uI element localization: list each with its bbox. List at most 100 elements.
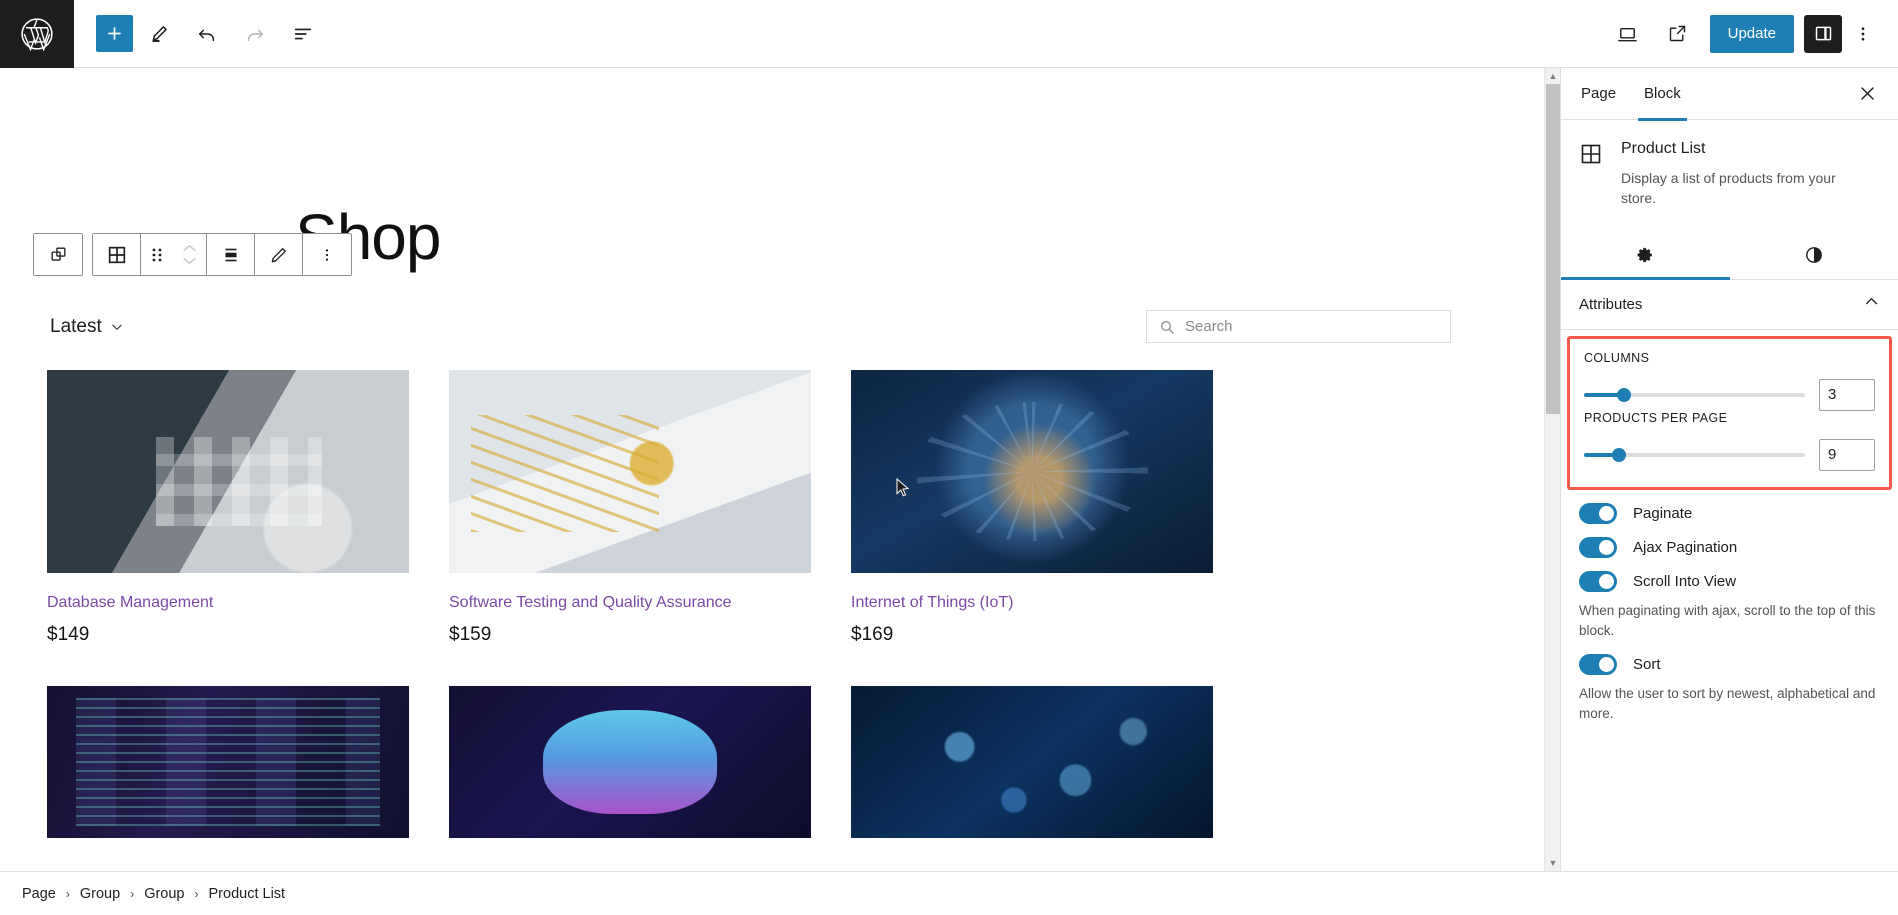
product-card[interactable] — [851, 686, 1213, 838]
product-thumbnail[interactable] — [851, 686, 1213, 838]
chevron-down-icon — [112, 324, 122, 330]
move-up-down-icon[interactable] — [173, 234, 207, 275]
scroll-into-view-toggle-row: Scroll Into View — [1561, 558, 1898, 592]
drag-dots-icon[interactable] — [141, 234, 173, 275]
block-header: Product List Display a list of products … — [1561, 120, 1898, 215]
editor-body: Shop Latest Search Database Management $… — [0, 68, 1898, 871]
product-thumbnail[interactable] — [47, 370, 409, 573]
search-input[interactable] — [1185, 318, 1438, 335]
product-price: $169 — [851, 624, 894, 645]
wordpress-block-editor: Update Shop Latest Search Database Manag… — [0, 0, 1898, 915]
sort-help: Allow the user to sort by newest, alphab… — [1579, 686, 1876, 722]
top-bar-left-tools — [74, 12, 325, 56]
block-more-options-icon[interactable] — [303, 234, 351, 275]
breadcrumb-item-product-list[interactable]: Product List — [209, 886, 286, 902]
scroll-down-arrow-icon[interactable]: ▼ — [1545, 855, 1561, 871]
products-per-page-slider[interactable] — [1584, 447, 1805, 463]
breadcrumb-item-page[interactable]: Page — [22, 886, 56, 902]
align-center-icon[interactable] — [207, 234, 255, 275]
redo-button[interactable] — [233, 12, 277, 56]
product-card[interactable] — [449, 686, 811, 838]
product-title[interactable]: Database Management — [47, 594, 409, 612]
product-title[interactable]: Software Testing and Quality Assurance — [449, 594, 811, 612]
sort-toggle-row: Sort — [1561, 641, 1898, 676]
products-per-page-label: PRODUCTS PER PAGE — [1584, 410, 1728, 425]
columns-field: COLUMNS — [1584, 351, 1875, 411]
paginate-label: Paginate — [1633, 504, 1693, 522]
attributes-panel-title: Attributes — [1579, 295, 1643, 313]
grid-block-icon — [1579, 140, 1605, 209]
scroll-into-view-help: When paginating with ajax, scroll to the… — [1579, 602, 1876, 638]
tab-page[interactable]: Page — [1567, 68, 1630, 120]
product-card[interactable]: Software Testing and Quality Assurance $… — [449, 370, 811, 646]
attributes-panel-header[interactable]: Attributes — [1561, 280, 1898, 330]
desktop-view-icon[interactable] — [1606, 12, 1650, 56]
columns-label: COLUMNS — [1584, 350, 1650, 365]
scroll-into-view-toggle[interactable] — [1579, 570, 1617, 592]
toggle-knob — [1599, 657, 1614, 673]
sort-toggle[interactable] — [1579, 654, 1617, 676]
tab-block[interactable]: Block — [1630, 68, 1695, 121]
close-sidebar-icon[interactable] — [1848, 75, 1886, 113]
block-actions-group — [92, 233, 352, 276]
add-block-button[interactable] — [96, 15, 133, 52]
document-overview-button[interactable] — [281, 12, 325, 56]
parent-block-icon[interactable] — [34, 234, 82, 275]
editor-canvas: Shop Latest Search Database Management $… — [0, 68, 1544, 871]
product-grid: Database Management $149 Software Testin… — [47, 370, 1504, 838]
chevron-up-icon[interactable] — [1863, 293, 1880, 315]
sidebar-tabs: Page Block — [1561, 68, 1898, 121]
product-card[interactable] — [47, 686, 409, 838]
product-title[interactable]: Internet of Things (IoT) — [851, 594, 1213, 612]
top-bar-right-tools: Update — [1606, 12, 1898, 56]
sort-label: Sort — [1633, 656, 1661, 674]
ajax-pagination-toggle-row: Ajax Pagination — [1561, 524, 1898, 558]
product-thumbnail[interactable] — [47, 686, 409, 838]
paginate-toggle-row: Paginate — [1561, 490, 1898, 524]
more-options-vertical-dots-icon[interactable] — [1848, 12, 1878, 56]
breadcrumb-separator-icon: › — [65, 886, 70, 901]
product-thumbnail[interactable] — [449, 370, 811, 573]
toggle-knob — [1599, 505, 1614, 521]
update-button[interactable]: Update — [1709, 14, 1794, 53]
highlighted-attributes-group: COLUMNS PRODUCTS PER PAGE — [1567, 335, 1892, 490]
sort-dropdown[interactable]: Latest — [50, 316, 124, 338]
select-parent-block-group — [33, 233, 83, 276]
edit-tool-button[interactable] — [137, 12, 181, 56]
pencil-edit-icon[interactable] — [255, 234, 303, 275]
grid-block-icon[interactable] — [93, 234, 141, 275]
product-price: $149 — [47, 624, 90, 645]
block-description: Display a list of products from your sto… — [1621, 170, 1836, 207]
sidebar-icon-tabs — [1561, 231, 1898, 280]
products-per-page-field: PRODUCTS PER PAGE — [1584, 411, 1875, 471]
settings-tab-gear-icon[interactable] — [1561, 231, 1730, 280]
block-name: Product List — [1621, 140, 1706, 157]
scrollbar-thumb[interactable] — [1546, 84, 1560, 414]
toggle-knob — [1599, 573, 1614, 589]
breadcrumb-item-group-2[interactable]: Group — [144, 886, 184, 902]
product-card[interactable]: Internet of Things (IoT) $169 — [851, 370, 1213, 646]
columns-number-input[interactable] — [1819, 378, 1875, 411]
external-link-icon[interactable] — [1656, 12, 1700, 56]
products-per-page-number-input[interactable] — [1819, 438, 1875, 471]
ajax-pagination-toggle[interactable] — [1579, 536, 1617, 558]
paginate-toggle[interactable] — [1579, 502, 1617, 524]
settings-panel-toggle[interactable] — [1804, 14, 1842, 53]
ajax-pagination-label: Ajax Pagination — [1633, 538, 1738, 556]
slider-knob[interactable] — [1612, 447, 1627, 462]
breadcrumb-item-group-1[interactable]: Group — [80, 886, 120, 902]
settings-sidebar: Page Block Product List Display a list o… — [1560, 68, 1898, 871]
wordpress-logo-icon[interactable] — [0, 0, 74, 68]
product-card[interactable]: Database Management $149 — [47, 370, 409, 646]
columns-slider[interactable] — [1584, 387, 1805, 403]
block-toolbar — [33, 233, 352, 276]
product-thumbnail[interactable] — [449, 686, 811, 838]
undo-button[interactable] — [185, 12, 229, 56]
scroll-up-arrow-icon[interactable]: ▲ — [1545, 68, 1561, 84]
slider-knob[interactable] — [1616, 387, 1631, 402]
product-thumbnail[interactable] — [851, 370, 1213, 573]
editor-top-bar: Update — [0, 0, 1898, 68]
canvas-scrollbar[interactable]: ▲ ▼ — [1544, 68, 1561, 871]
product-search-box[interactable] — [1146, 310, 1451, 343]
styles-tab-contrast-icon[interactable] — [1730, 231, 1898, 279]
